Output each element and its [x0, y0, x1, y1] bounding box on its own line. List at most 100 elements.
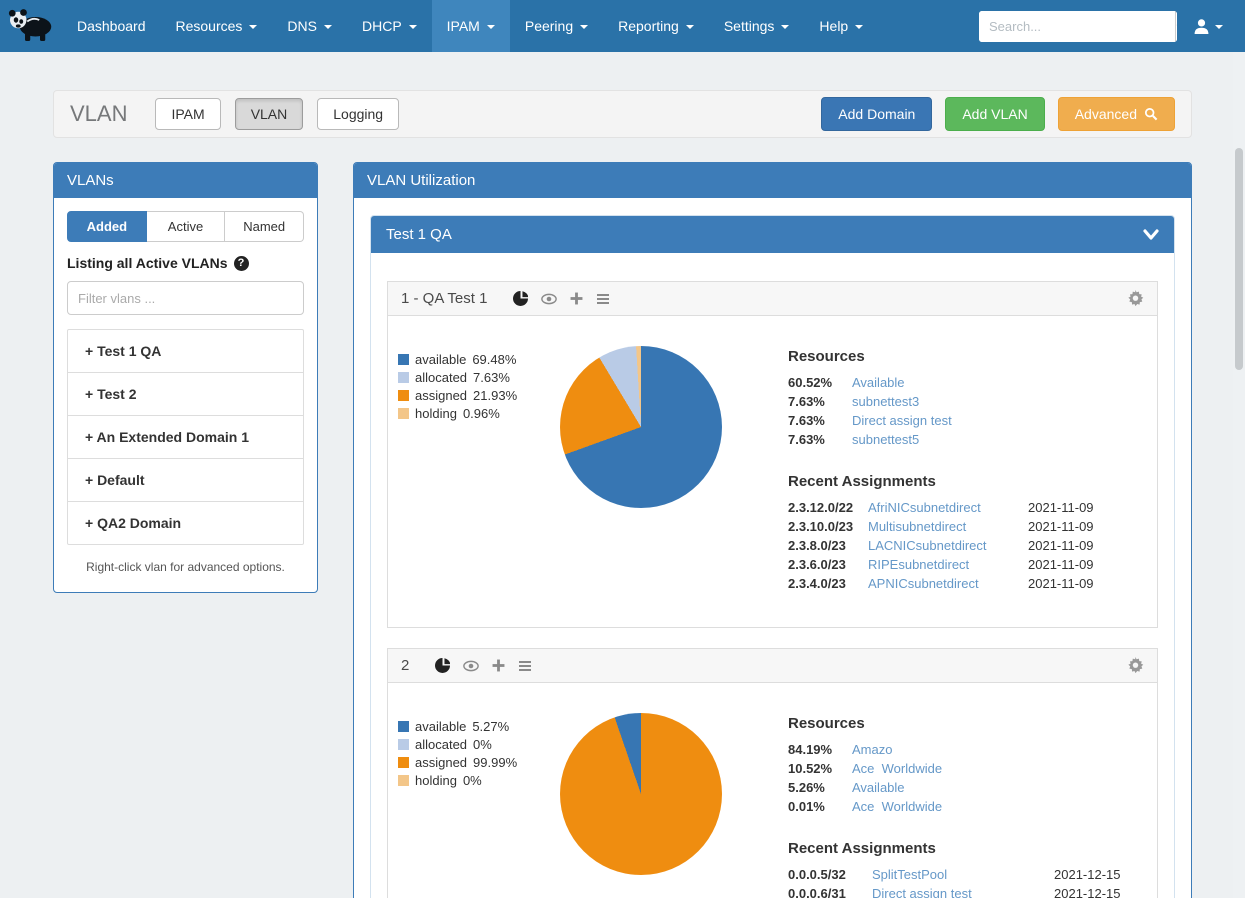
- resource-pct: 7.63%: [788, 413, 852, 428]
- nav-item-ipam[interactable]: IPAM: [432, 0, 510, 52]
- section-details: Resources 60.52%Available 7.63%subnettes…: [788, 346, 1145, 595]
- resource-link[interactable]: Amazo: [852, 742, 1145, 757]
- plus-icon[interactable]: [570, 292, 583, 305]
- legend-item: allocated7.63%: [398, 370, 544, 385]
- nav-item-peering[interactable]: Peering: [510, 0, 603, 52]
- assignment-link[interactable]: AfriNICsubnetdirect: [868, 500, 1028, 515]
- nav-label: DNS: [287, 18, 317, 34]
- domain-group-title: Test 1 QA: [386, 226, 452, 243]
- assignment-link[interactable]: LACNICsubnetdirect: [868, 538, 1028, 553]
- resources-heading: Resources: [788, 715, 1145, 732]
- nav-item-reporting[interactable]: Reporting: [603, 0, 709, 52]
- legend-item: available69.48%: [398, 352, 544, 367]
- legend-label: available: [415, 719, 466, 734]
- vlan-list-item[interactable]: + QA2 Domain: [68, 502, 303, 544]
- assignment-link[interactable]: APNICsubnetdirect: [868, 576, 1028, 591]
- resource-row: 84.19%Amazo: [788, 742, 1145, 757]
- plus-icon[interactable]: [492, 659, 505, 672]
- resource-link[interactable]: Available: [852, 375, 1145, 390]
- nav-label: Settings: [724, 18, 775, 34]
- list-menu-icon[interactable]: [518, 660, 532, 672]
- button-label: Advanced: [1075, 106, 1137, 122]
- vlan-utilization-panel: VLAN Utilization Test 1 QA: [353, 162, 1192, 898]
- tab-logging[interactable]: Logging: [317, 98, 399, 130]
- domain-group-body: 1 - QA Test 1: [371, 253, 1174, 898]
- assignment-cidr: 2.3.10.0/23: [788, 519, 868, 534]
- section-body: available69.48% allocated7.63% assigned2…: [388, 316, 1157, 627]
- assignment-row: 2.3.4.0/23APNICsubnetdirect2021-11-09: [788, 576, 1145, 591]
- vlan-list-item[interactable]: + An Extended Domain 1: [68, 416, 303, 459]
- assignment-link[interactable]: Multisubnetdirect: [868, 519, 1028, 534]
- legend-label: allocated: [415, 737, 467, 752]
- vlan-list-item[interactable]: + Test 1 QA: [68, 330, 303, 373]
- tab-vlan[interactable]: VLAN: [235, 98, 304, 130]
- filter-vlans-input[interactable]: [67, 281, 304, 315]
- legend-item: allocated0%: [398, 737, 544, 752]
- provision-panda-logo[interactable]: [0, 0, 62, 52]
- help-question-icon[interactable]: ?: [234, 256, 249, 271]
- pie-chart-icon[interactable]: [513, 291, 528, 306]
- search-icon: [1144, 107, 1158, 121]
- nav-label: Peering: [525, 18, 573, 34]
- legend-value: 21.93%: [473, 388, 517, 403]
- assignment-link[interactable]: Direct assign test: [872, 886, 1054, 898]
- vlan-section-1: 1 - QA Test 1: [387, 281, 1158, 628]
- legend-value: 99.99%: [473, 755, 517, 770]
- assignment-link[interactable]: SplitTestPool: [872, 867, 1054, 882]
- eye-icon[interactable]: [463, 660, 479, 672]
- resource-link[interactable]: Available: [852, 780, 1145, 795]
- chevron-down-icon[interactable]: [1143, 229, 1159, 241]
- vlan-list-item[interactable]: + Default: [68, 459, 303, 502]
- vlan-list-item[interactable]: + Test 2: [68, 373, 303, 416]
- add-vlan-button[interactable]: Add VLAN: [945, 97, 1044, 131]
- nav-label: DHCP: [362, 18, 402, 34]
- nav-item-help[interactable]: Help: [804, 0, 878, 52]
- assignment-link[interactable]: RIPEsubnetdirect: [868, 557, 1028, 572]
- tab-ipam[interactable]: IPAM: [155, 98, 220, 130]
- caret-down-icon: [409, 25, 417, 29]
- resource-link[interactable]: Direct assign test: [852, 413, 1145, 428]
- listing-label-text: Listing all Active VLANs: [67, 255, 228, 271]
- legend-swatch: [398, 354, 409, 365]
- advanced-search-button[interactable]: Advanced: [1058, 97, 1175, 131]
- tab-named[interactable]: Named: [225, 211, 304, 242]
- search-input[interactable]: [979, 11, 1175, 42]
- gear-icon[interactable]: [1127, 657, 1144, 674]
- tab-added[interactable]: Added: [67, 211, 147, 242]
- nav-item-dhcp[interactable]: DHCP: [347, 0, 432, 52]
- gear-icon[interactable]: [1127, 290, 1144, 307]
- nav-item-resources[interactable]: Resources: [161, 0, 273, 52]
- user-icon: [1193, 18, 1210, 35]
- user-menu[interactable]: [1177, 18, 1235, 35]
- assignment-cidr: 2.3.6.0/23: [788, 557, 868, 572]
- legend-swatch: [398, 721, 409, 732]
- nav-item-settings[interactable]: Settings: [709, 0, 805, 52]
- resource-link[interactable]: Ace Worldwide: [852, 799, 1145, 814]
- add-domain-button[interactable]: Add Domain: [821, 97, 932, 131]
- assignment-row: 2.3.10.0/23Multisubnetdirect2021-11-09: [788, 519, 1145, 534]
- sidebar-body: Added Active Named Listing all Active VL…: [54, 198, 317, 592]
- legend-swatch: [398, 390, 409, 401]
- utilization-pie-chart: [560, 346, 722, 508]
- nav-item-dashboard[interactable]: Dashboard: [62, 0, 161, 52]
- legend-swatch: [398, 372, 409, 383]
- utilization-pie-chart: [560, 713, 722, 875]
- assignment-row: 2.3.6.0/23RIPEsubnetdirect2021-11-09: [788, 557, 1145, 572]
- scrollbar-thumb[interactable]: [1235, 148, 1243, 370]
- pie-legend: available5.27% allocated0% assigned99.99…: [398, 713, 544, 898]
- nav-item-dns[interactable]: DNS: [272, 0, 347, 52]
- vlans-sidebar-panel: VLANs Added Active Named Listing all Act…: [53, 162, 318, 593]
- eye-icon[interactable]: [541, 293, 557, 305]
- assignment-cidr: 2.3.4.0/23: [788, 576, 868, 591]
- resource-link[interactable]: Ace Worldwide: [852, 761, 1145, 776]
- global-search: [979, 11, 1177, 42]
- tab-active[interactable]: Active: [147, 211, 226, 242]
- legend-swatch: [398, 757, 409, 768]
- domain-group-header[interactable]: Test 1 QA: [371, 216, 1174, 253]
- list-menu-icon[interactable]: [596, 293, 610, 305]
- page-title: VLAN: [70, 101, 127, 127]
- pie-chart-icon[interactable]: [435, 658, 450, 673]
- resource-link[interactable]: subnettest5: [852, 432, 1145, 447]
- resource-pct: 7.63%: [788, 394, 852, 409]
- resource-link[interactable]: subnettest3: [852, 394, 1145, 409]
